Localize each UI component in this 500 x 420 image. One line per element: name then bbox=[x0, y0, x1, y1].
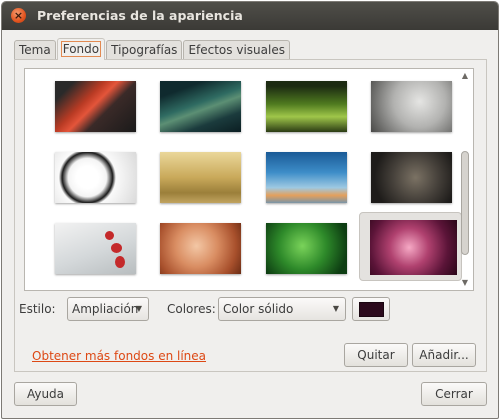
wallpaper-purple-warty-selected[interactable] bbox=[370, 220, 457, 275]
tab-label: Tema bbox=[19, 43, 51, 57]
colors-dropdown[interactable]: Color sólido ▼ bbox=[218, 297, 346, 321]
tab-label: Tipografías bbox=[111, 43, 178, 57]
wallpaper-fern-curl[interactable] bbox=[266, 223, 347, 274]
wallpaper-red-ribbon[interactable] bbox=[55, 81, 136, 132]
wallpaper-water-drops[interactable] bbox=[371, 81, 452, 132]
style-label: Estilo: bbox=[19, 302, 56, 316]
color-picker-button[interactable] bbox=[352, 297, 390, 321]
wallpaper-cinnamon-sticks[interactable] bbox=[160, 223, 241, 274]
tab-tipografias[interactable]: Tipografías bbox=[106, 40, 183, 60]
window-title: Preferencias de la apariencia bbox=[37, 8, 243, 23]
wallpaper-red-leaves-mist[interactable] bbox=[55, 223, 136, 274]
tab-efectos-visuales[interactable]: Efectos visuales bbox=[183, 40, 290, 60]
wallpaper-sky-clouds[interactable] bbox=[266, 152, 347, 203]
title-bar: × Preferencias de la apariencia bbox=[2, 2, 498, 30]
style-color-row: Estilo: Ampliación ▼ Colores: Color sóli… bbox=[15, 296, 486, 322]
tab-fondo[interactable]: Fondo bbox=[56, 38, 106, 60]
chevron-down-icon: ▼ bbox=[332, 304, 339, 313]
leaf-shape bbox=[105, 231, 114, 240]
appearance-preferences-window: × Preferencias de la apariencia Tema Fon… bbox=[1, 1, 499, 419]
wallpaper-gallery: ▲ ▼ bbox=[24, 68, 474, 291]
background-tab-panel: ▲ ▼ Estilo: Ampliación ▼ Colores: Color … bbox=[14, 59, 487, 372]
close-window-icon[interactable]: × bbox=[11, 8, 26, 23]
scroll-up-icon[interactable]: ▲ bbox=[459, 71, 471, 81]
chevron-down-icon: ▼ bbox=[135, 304, 142, 313]
tab-bar: Tema Fondo Tipografías Efectos visuales bbox=[14, 38, 291, 60]
get-more-backgrounds-link[interactable]: Obtener más fondos en línea bbox=[32, 349, 206, 363]
leaf-shape bbox=[111, 243, 122, 253]
colors-value: Color sólido bbox=[223, 302, 294, 316]
style-dropdown[interactable]: Ampliación ▼ bbox=[67, 297, 149, 321]
wallpaper-dalmatian[interactable] bbox=[55, 152, 136, 203]
remove-button[interactable]: Quitar bbox=[344, 343, 408, 367]
tab-tema[interactable]: Tema bbox=[14, 40, 56, 60]
leaf-shape bbox=[115, 256, 125, 268]
tab-label: Fondo bbox=[60, 41, 102, 57]
colors-label: Colores: bbox=[167, 302, 216, 316]
scrollbar-thumb[interactable] bbox=[461, 151, 469, 255]
close-button[interactable]: Cerrar bbox=[421, 382, 487, 406]
style-value: Ampliación bbox=[72, 302, 139, 316]
tab-label: Efectos visuales bbox=[188, 43, 285, 57]
help-button[interactable]: Ayuda bbox=[14, 382, 77, 406]
wallpaper-green-leaf-macro[interactable] bbox=[160, 81, 241, 132]
color-swatch bbox=[359, 302, 384, 317]
scroll-down-icon[interactable]: ▼ bbox=[459, 278, 471, 288]
wallpaper-rope-knot[interactable] bbox=[371, 152, 452, 203]
wallpaper-green-grass[interactable] bbox=[266, 81, 347, 132]
add-button[interactable]: Añadir... bbox=[412, 343, 476, 367]
wallpaper-dandelion-field[interactable] bbox=[160, 152, 241, 203]
gallery-scrollbar[interactable]: ▲ ▼ bbox=[459, 71, 471, 288]
